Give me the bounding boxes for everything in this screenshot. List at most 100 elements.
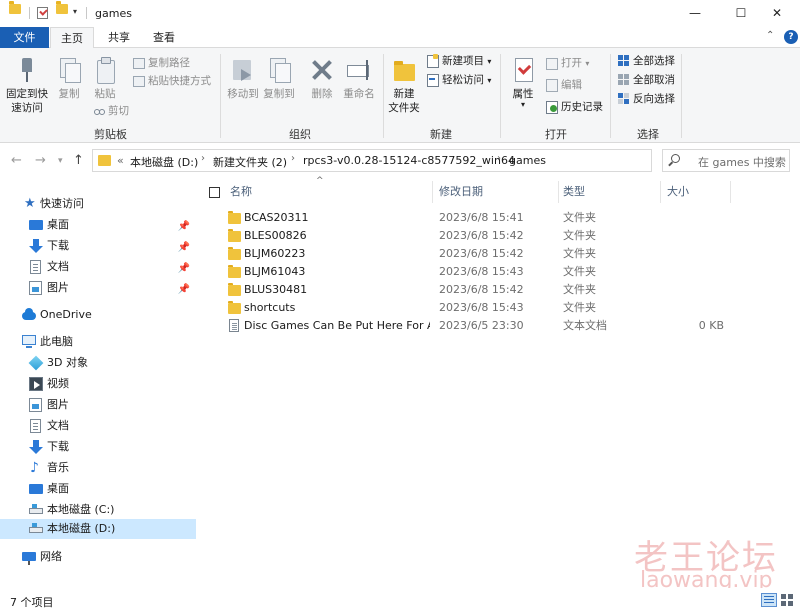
tab-file[interactable]: 文件: [0, 27, 49, 48]
breadcrumb-separator-icon[interactable]: ›: [497, 153, 501, 164]
recent-locations-icon[interactable]: ▾: [58, 156, 63, 166]
properties-button[interactable]: 属性 ▾: [506, 56, 540, 109]
tab-share[interactable]: 共享: [97, 27, 141, 48]
nav-quick-documents[interactable]: 文档 📌: [0, 257, 196, 277]
nav-pc-pictures[interactable]: 图片: [0, 395, 196, 415]
nav-pc-desktop[interactable]: 桌面: [0, 479, 196, 499]
file-row[interactable]: Disc Games Can Be Put Here For A... 2023…: [220, 317, 760, 335]
edit-button[interactable]: 编辑: [545, 77, 582, 94]
back-arrow-icon[interactable]: ←: [11, 153, 22, 168]
new-item-button[interactable]: 新建项目 ▾: [426, 53, 491, 70]
column-header-size[interactable]: 大小: [667, 183, 689, 201]
paste-button[interactable]: 粘贴: [90, 56, 120, 101]
invert-selection-button[interactable]: 反向选择: [617, 91, 675, 108]
breadcrumb-separator-icon[interactable]: ›: [291, 153, 295, 164]
breadcrumb-separator-icon[interactable]: ›: [201, 153, 205, 164]
new-item-label: 新建项目: [442, 55, 484, 67]
rename-button[interactable]: 重命名: [340, 56, 378, 101]
open-button[interactable]: 打开 ▾: [545, 55, 589, 72]
text-file-icon: [229, 319, 239, 332]
search-input[interactable]: 在 games 中搜索: [662, 149, 790, 172]
music-icon: ♪: [30, 460, 39, 476]
file-type: 文件夹: [563, 247, 596, 260]
select-all-checkbox[interactable]: [209, 187, 220, 198]
nav-quick-downloads[interactable]: 下载 📌: [0, 236, 196, 256]
column-divider[interactable]: [730, 181, 731, 203]
minimize-button[interactable]: —: [672, 0, 718, 27]
nav-network[interactable]: 网络: [0, 547, 196, 567]
file-list: ^ 名称 修改日期 类型 大小 BCAS20311 2023/6/8 15:41…: [200, 176, 800, 588]
drive-icon: [29, 523, 43, 533]
nav-pc-drive-d[interactable]: 本地磁盘 (D:): [0, 519, 196, 539]
tab-home[interactable]: 主页: [50, 27, 94, 49]
breadcrumb-games[interactable]: games: [509, 154, 546, 167]
nav-onedrive[interactable]: OneDrive: [0, 305, 196, 325]
breadcrumb-drive-d[interactable]: 本地磁盘 (D:): [130, 154, 198, 170]
column-divider[interactable]: [558, 181, 559, 203]
pin-icon[interactable]: 📌: [178, 259, 190, 279]
details-view-icon[interactable]: [761, 593, 777, 607]
up-arrow-icon[interactable]: ↑: [73, 153, 84, 168]
pin-icon[interactable]: 📌: [178, 238, 190, 258]
new-folder-quick-access-icon[interactable]: [56, 1, 68, 14]
copy-path-button[interactable]: 复制路径: [132, 55, 190, 72]
file-row[interactable]: BLJM60223 2023/6/8 15:42 文件夹: [220, 245, 760, 263]
nav-pc-drive-c[interactable]: 本地磁盘 (C:): [0, 500, 196, 520]
nav-pc-documents[interactable]: 文档: [0, 416, 196, 436]
file-row[interactable]: BLUS30481 2023/6/8 15:42 文件夹: [220, 281, 760, 299]
easy-access-button[interactable]: 轻松访问 ▾: [426, 72, 491, 89]
column-header-name[interactable]: 名称: [230, 183, 252, 201]
file-row[interactable]: BLES00826 2023/6/8 15:42 文件夹: [220, 227, 760, 245]
column-header-type[interactable]: 类型: [563, 183, 585, 201]
file-row[interactable]: BLJM61043 2023/6/8 15:43 文件夹: [220, 263, 760, 281]
cloud-icon: [22, 308, 36, 320]
nav-item-label: 图片: [47, 398, 69, 411]
delete-button[interactable]: 删除: [304, 56, 340, 101]
nav-pc-downloads[interactable]: 下载: [0, 437, 196, 457]
large-icons-view-icon[interactable]: [780, 593, 794, 607]
address-bar[interactable]: « 本地磁盘 (D:) › 新建文件夹 (2) › rpcs3-v0.0.28-…: [92, 149, 733, 172]
column-header-date[interactable]: 修改日期: [439, 183, 483, 201]
file-name: BCAS20311: [244, 211, 309, 224]
close-button[interactable]: ✕: [754, 0, 800, 27]
history-button[interactable]: 历史记录: [545, 99, 603, 116]
paste-shortcut-button[interactable]: 粘贴快捷方式: [132, 73, 211, 90]
breadcrumb-overflow[interactable]: «: [117, 154, 124, 167]
select-all-button[interactable]: 全部选择: [617, 53, 675, 70]
file-name: Disc Games Can Be Put Here For A...: [244, 319, 430, 332]
history-label: 历史记录: [561, 101, 603, 113]
move-to-button[interactable]: 移动到: [226, 56, 260, 101]
nav-pc-music[interactable]: ♪ 音乐: [0, 458, 196, 478]
nav-quick-pictures[interactable]: 图片 📌: [0, 278, 196, 298]
file-row[interactable]: shortcuts 2023/6/8 15:43 文件夹: [220, 299, 760, 317]
group-label-new: 新建: [430, 128, 452, 141]
nav-pc-videos[interactable]: 视频: [0, 374, 196, 394]
breadcrumb-rpcs3[interactable]: rpcs3-v0.0.28-15124-c8577592_win64: [303, 154, 515, 167]
pin-icon[interactable]: 📌: [178, 217, 190, 237]
quick-access-dropdown-icon[interactable]: ▾: [73, 7, 77, 16]
nav-pc-3d-objects[interactable]: 3D 对象: [0, 353, 196, 373]
nav-quick-desktop[interactable]: 桌面 📌: [0, 215, 196, 235]
collapse-ribbon-icon[interactable]: ⌃: [766, 30, 774, 41]
file-row[interactable]: BCAS20311 2023/6/8 15:41 文件夹: [220, 209, 760, 227]
file-type: 文件夹: [563, 229, 596, 242]
properties-quick-access-icon[interactable]: [37, 7, 48, 19]
nav-quick-access[interactable]: ★ 快速访问: [0, 194, 196, 214]
tab-view[interactable]: 查看: [142, 27, 186, 48]
cut-button[interactable]: 剪切: [92, 103, 129, 120]
group-label-clipboard: 剪贴板: [94, 128, 127, 141]
select-none-button[interactable]: 全部取消: [617, 72, 675, 89]
copy-to-button[interactable]: 复制到: [262, 56, 296, 101]
forward-arrow-icon[interactable]: →: [35, 153, 46, 168]
new-folder-button[interactable]: 新建 文件夹: [386, 56, 422, 115]
breadcrumb-new-folder-2[interactable]: 新建文件夹 (2): [213, 154, 287, 170]
column-divider[interactable]: [432, 181, 433, 203]
pin-to-quick-access-button[interactable]: 固定到快 速访问: [4, 56, 50, 115]
copy-button[interactable]: 复制: [54, 56, 84, 101]
delete-label: 删除: [311, 88, 333, 100]
pin-icon[interactable]: 📌: [178, 280, 190, 300]
column-divider[interactable]: [660, 181, 661, 203]
nav-this-pc[interactable]: 此电脑: [0, 332, 196, 352]
help-icon[interactable]: ?: [784, 30, 798, 44]
file-name: BLJM60223: [244, 247, 306, 260]
